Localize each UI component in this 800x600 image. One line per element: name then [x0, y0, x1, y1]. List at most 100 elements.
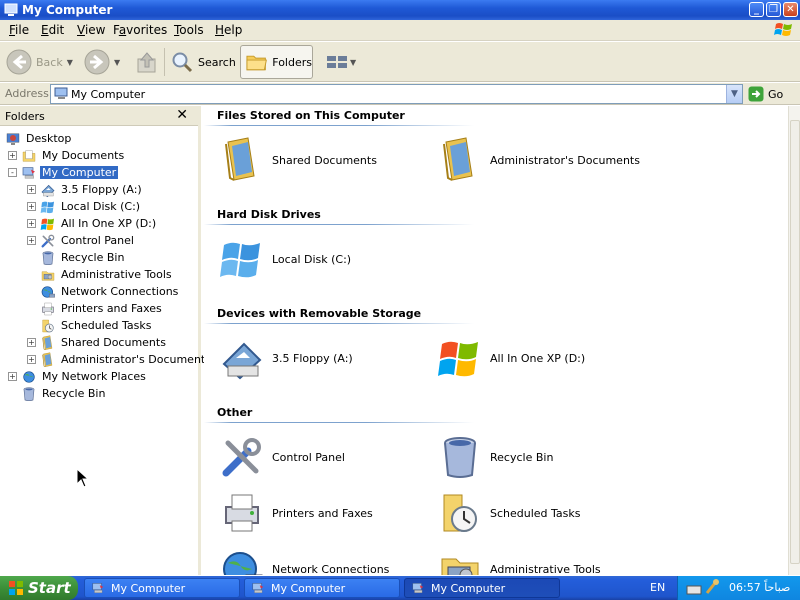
expand-icon[interactable]: +	[27, 338, 36, 347]
recycle-bin-icon	[23, 386, 35, 401]
minimize-button[interactable]: _	[749, 2, 764, 17]
group-title: Other	[217, 406, 253, 419]
menu-edit[interactable]: Edit	[41, 23, 64, 37]
content-item[interactable]: Local Disk (C:)	[218, 235, 351, 283]
content-item[interactable]: Control Panel	[218, 433, 345, 481]
address-value: My Computer	[71, 88, 146, 101]
admin-tools-icon	[441, 558, 479, 575]
content-item[interactable]: Recycle Bin	[436, 433, 553, 481]
content-item[interactable]: Administrator's Documents	[436, 136, 640, 184]
my-documents-icon	[22, 150, 36, 161]
tree-item-label: Administrator's Documents	[61, 353, 211, 366]
content-item-label: 3.5 Floppy (A:)	[272, 351, 353, 365]
tree-item-label: Recycle Bin	[42, 387, 106, 400]
network-places-icon	[23, 370, 35, 383]
folder-icon	[246, 55, 267, 71]
tree-item[interactable]: Desktop	[5, 130, 73, 147]
expand-icon[interactable]: +	[8, 372, 17, 381]
vertical-scrollbar[interactable]	[788, 106, 800, 575]
tree-item[interactable]: Recycle Bin	[8, 385, 107, 402]
menu-bar: File Edit View Favorites Tools Help	[0, 20, 800, 41]
tree-item[interactable]: + Administrator's Documents	[27, 351, 213, 368]
taskbar-button[interactable]: My Computer	[404, 578, 560, 598]
views-button[interactable]: ▼	[326, 45, 356, 79]
tree-item[interactable]: + My Documents	[8, 147, 126, 164]
expand-icon[interactable]: +	[27, 219, 36, 228]
tree-item-label: Administrative Tools	[61, 268, 172, 281]
tree-item[interactable]: Printers and Faxes	[27, 300, 164, 317]
expand-icon[interactable]: +	[27, 185, 36, 194]
menu-view[interactable]: View	[77, 23, 105, 37]
taskbar-button[interactable]: My Computer	[84, 578, 240, 598]
language-indicator[interactable]: EN	[650, 581, 665, 594]
address-dropdown-button[interactable]: ▼	[726, 85, 742, 103]
menu-file[interactable]: File	[9, 23, 29, 37]
clock[interactable]: 06:57 صباحاً	[729, 581, 790, 594]
folders-button[interactable]: Folders	[240, 45, 313, 79]
chevron-down-icon: ▼	[66, 57, 73, 67]
tree-item[interactable]: +3.5 Floppy (A:)	[27, 181, 144, 198]
tree-item[interactable]: Recycle Bin	[27, 249, 126, 266]
content-item[interactable]: 3.5 Floppy (A:)	[218, 334, 353, 382]
content-item[interactable]: Network Connections	[218, 545, 389, 575]
tree-item-label: Control Panel	[61, 234, 134, 247]
control-panel-icon	[222, 438, 261, 477]
taskbar-button[interactable]: My Computer	[244, 578, 400, 598]
expand-icon[interactable]: +	[8, 151, 17, 160]
content-item[interactable]: Shared Documents	[218, 136, 377, 184]
scheduled-tasks-icon	[443, 494, 477, 532]
content-item[interactable]: Printers and Faxes	[218, 489, 373, 537]
collapse-icon[interactable]: -	[8, 168, 17, 177]
tree-item[interactable]: + All In One XP (D:)	[27, 215, 158, 232]
go-button[interactable]: Go	[748, 86, 783, 102]
back-button[interactable]: Back ▼	[6, 45, 73, 79]
content-item[interactable]: Administrative Tools	[436, 545, 601, 575]
group-title: Devices with Removable Storage	[217, 307, 422, 320]
group-divider	[204, 422, 474, 423]
tree-item-label: Local Disk (C:)	[61, 200, 141, 213]
restore-button[interactable]: ❐	[766, 2, 781, 17]
keyboard-icon[interactable]	[686, 580, 704, 596]
close-button[interactable]: ✕	[783, 2, 798, 17]
expand-icon[interactable]: +	[27, 236, 36, 245]
address-input[interactable]: My Computer ▼	[50, 84, 743, 104]
my-computer-icon	[54, 87, 68, 99]
cd-drive-icon	[40, 218, 54, 230]
forward-button[interactable]: ▼	[84, 45, 120, 79]
content-item-label: Scheduled Tasks	[490, 506, 581, 520]
tree-item[interactable]: + Local Disk (C:)	[27, 198, 142, 215]
menu-favorites[interactable]: Favorites	[113, 23, 167, 37]
cd-drive-icon	[438, 341, 478, 377]
views-icon	[327, 56, 347, 68]
menu-help[interactable]: Help	[215, 23, 242, 37]
tree-item[interactable]: + Control Panel	[27, 232, 136, 249]
title-bar[interactable]: My Computer _ ❐ ✕	[0, 0, 800, 20]
taskbar-button-label: My Computer	[271, 581, 346, 595]
search-button[interactable]: Search	[171, 45, 236, 79]
tree-item-label: Printers and Faxes	[61, 302, 162, 315]
content-item-label: Network Connections	[272, 562, 390, 576]
menu-tools[interactable]: Tools	[174, 23, 204, 37]
scrollbar-thumb[interactable]	[790, 120, 800, 564]
content-pane: Files Stored on This Computer Shared Docu…	[204, 106, 788, 575]
expand-icon[interactable]: +	[27, 202, 36, 211]
close-pane-button[interactable]: ✕	[176, 107, 188, 123]
tree-item[interactable]: + Shared Documents	[27, 334, 168, 351]
tree-item[interactable]: Network Connections	[27, 283, 180, 300]
expand-icon[interactable]: +	[27, 355, 36, 364]
content-item[interactable]: Scheduled Tasks	[436, 489, 581, 537]
tree-item[interactable]: - My Computer	[8, 164, 119, 181]
tree-item-label: Network Connections	[61, 285, 179, 298]
search-icon	[172, 52, 193, 73]
start-button[interactable]: Start	[0, 576, 78, 600]
address-label: Address	[5, 87, 49, 100]
content-item-label: Recycle Bin	[490, 450, 554, 464]
tree-item[interactable]: + My Network Places	[8, 368, 148, 385]
tools-icon[interactable]	[704, 578, 720, 596]
scheduled-tasks-icon	[42, 319, 54, 332]
up-button[interactable]	[135, 45, 159, 79]
tree-item[interactable]: Administrative Tools	[27, 266, 174, 283]
tree-item[interactable]: Scheduled Tasks	[27, 317, 154, 334]
toolbar-separator	[164, 48, 165, 76]
content-item[interactable]: All In One XP (D:)	[436, 334, 585, 382]
